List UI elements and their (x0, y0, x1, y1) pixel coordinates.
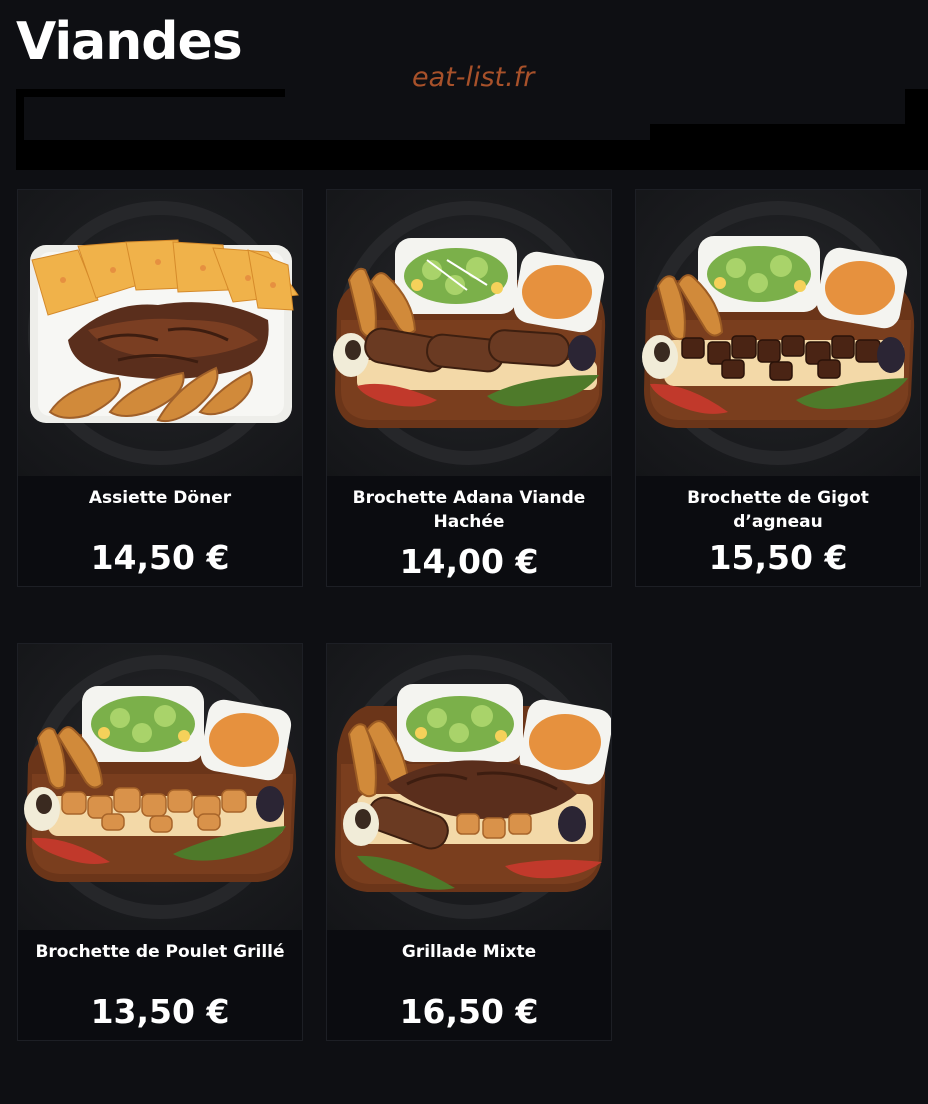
item-name: Brochette de Gigot d’agneau (687, 488, 869, 532)
watermark: eat-list.fr (412, 62, 535, 93)
item-price: 15,50 € (708, 538, 848, 577)
redaction-bar (24, 140, 928, 170)
menu-item-card[interactable]: Brochette de Poulet Grillé 13,50 € (17, 643, 303, 1041)
doner-plate-photo (18, 190, 302, 476)
lamb-skewer-board-photo (636, 190, 920, 476)
item-price: 16,50 € (399, 992, 539, 1031)
mixed-grill-board-photo (327, 644, 611, 930)
redaction-bar (16, 89, 285, 97)
menu-item-card[interactable]: Grillade Mixte 16,50 € (326, 643, 612, 1041)
item-name: Brochette Adana Viande Hachée (352, 488, 586, 532)
item-price: 14,50 € (90, 538, 230, 577)
redaction-bar (650, 124, 928, 142)
adana-skewer-board-photo (327, 190, 611, 476)
chicken-skewer-board-photo (18, 644, 302, 930)
item-name: Grillade Mixte (401, 942, 537, 962)
section-title: Viandes (16, 12, 243, 72)
menu-item-card[interactable]: Brochette Adana Viande Hachée 14,00 € (326, 189, 612, 587)
redaction-bar (16, 96, 24, 170)
redaction-bar (905, 89, 928, 129)
item-price: 14,00 € (399, 542, 539, 581)
item-price: 13,50 € (90, 992, 230, 1031)
item-name: Brochette de Poulet Grillé (35, 942, 285, 962)
menu-item-card[interactable]: Assiette Döner 14,50 € (17, 189, 303, 587)
item-name: Assiette Döner (88, 488, 232, 508)
menu-item-card[interactable]: Brochette de Gigot d’agneau 15,50 € (635, 189, 921, 587)
